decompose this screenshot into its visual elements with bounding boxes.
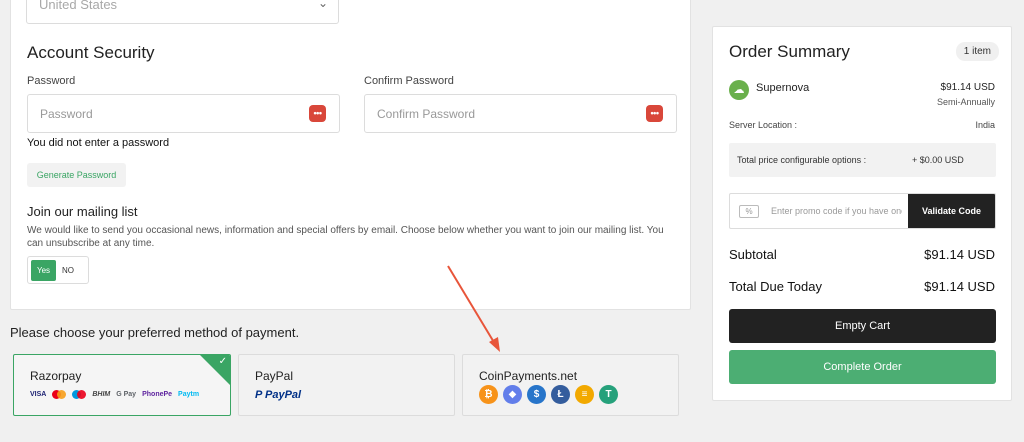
litecoin-icon: Ł [551, 385, 570, 404]
paytm-logo: Paytm [178, 391, 200, 398]
country-select[interactable]: United States ⌄ [26, 0, 339, 24]
crypto-coins: ₿ ◆ $ Ł ≡ T [479, 385, 618, 404]
paypal-logo: P PayPal [255, 389, 302, 401]
payment-method-heading: Please choose your preferred method of p… [10, 325, 300, 340]
order-summary-card: Order Summary 1 item ☁ Supernova $91.14 … [712, 26, 1012, 401]
mailing-list-heading: Join our mailing list [27, 204, 138, 219]
mailing-yes-option[interactable]: Yes [31, 260, 56, 281]
generate-password-button[interactable]: Generate Password [27, 163, 126, 187]
password-manager-icon[interactable]: ••• [646, 105, 663, 122]
password-input[interactable]: Password ••• [27, 94, 340, 133]
total-due-value: $91.14 USD [924, 279, 995, 294]
password-placeholder: Password [40, 107, 93, 121]
confirm-password-input[interactable]: Confirm Password ••• [364, 94, 677, 133]
order-summary-title: Order Summary [729, 42, 850, 61]
promo-code-group: % Enter promo code if you have one Valid… [729, 193, 996, 229]
bitcoin-icon: ₿ [479, 385, 498, 404]
dash-icon: ≡ [575, 385, 594, 404]
chevron-down-icon: ⌄ [317, 0, 328, 10]
mailing-no-option[interactable]: NO [62, 260, 74, 281]
total-due-label: Total Due Today [729, 279, 822, 294]
payment-option-name: CoinPayments.net [479, 369, 578, 383]
payment-option-razorpay[interactable]: Razorpay ✓ VISA BHIM G Pay PhonePe Paytm [13, 354, 231, 416]
validate-code-button[interactable]: Validate Code [908, 194, 995, 228]
annotation-arrow [447, 265, 500, 352]
coupon-icon: % [739, 205, 759, 218]
empty-cart-button[interactable]: Empty Cart [729, 309, 996, 343]
subtotal-label: Subtotal [729, 247, 777, 262]
payment-option-name: PayPal [255, 369, 294, 383]
config-options-label: Total price configurable options : [737, 155, 867, 165]
gpay-logo: G Pay [116, 391, 137, 398]
ethereum-icon: ◆ [503, 385, 522, 404]
product-icon: ☁ [729, 80, 749, 100]
password-manager-icon[interactable]: ••• [309, 105, 326, 122]
server-location-label: Server Location : [729, 120, 798, 130]
razorpay-logos: VISA BHIM G Pay PhonePe Paytm [30, 390, 199, 399]
billing-cycle: Semi-Annually [936, 97, 995, 107]
promo-code-input[interactable]: Enter promo code if you have one [771, 206, 902, 216]
password-error-message: You did not enter a password [27, 137, 170, 149]
mailing-list-description: We would like to send you occasional new… [27, 225, 664, 249]
product-name: Supernova [756, 82, 810, 94]
payment-option-paypal[interactable]: PayPal P PayPal [238, 354, 455, 416]
product-price: $91.14 USD [940, 82, 995, 93]
password-label: Password [27, 75, 76, 87]
country-select-value: United States [39, 0, 118, 12]
phonepe-logo: PhonePe [142, 391, 173, 398]
config-options-value: + $0.00 USD [912, 155, 964, 165]
payment-option-name: Razorpay [30, 369, 82, 383]
confirm-password-label: Confirm Password [364, 75, 454, 87]
payment-option-coinpayments[interactable]: CoinPayments.net ₿ ◆ $ Ł ≡ T [462, 354, 679, 416]
visa-logo: VISA [30, 391, 47, 398]
subtotal-value: $91.14 USD [924, 247, 995, 262]
bhim-logo: BHIM [92, 391, 111, 398]
paypal-logo-text: PayPal [265, 389, 302, 401]
complete-order-button[interactable]: Complete Order [729, 350, 996, 384]
check-icon: ✓ [218, 356, 227, 367]
usdc-icon: $ [527, 385, 546, 404]
configurable-options-box: Total price configurable options : + $0.… [729, 143, 996, 177]
tether-icon: T [599, 385, 618, 404]
account-security-heading: Account Security [27, 43, 155, 62]
server-location-value: India [975, 120, 995, 130]
maestro-icon [72, 390, 87, 399]
mastercard-icon [52, 390, 67, 399]
item-count-badge: 1 item [955, 42, 999, 61]
confirm-password-placeholder: Confirm Password [377, 107, 476, 121]
checkout-form-card: United States ⌄ Account Security Passwor… [10, 0, 691, 310]
mailing-list-toggle[interactable]: Yes NO [27, 256, 89, 284]
